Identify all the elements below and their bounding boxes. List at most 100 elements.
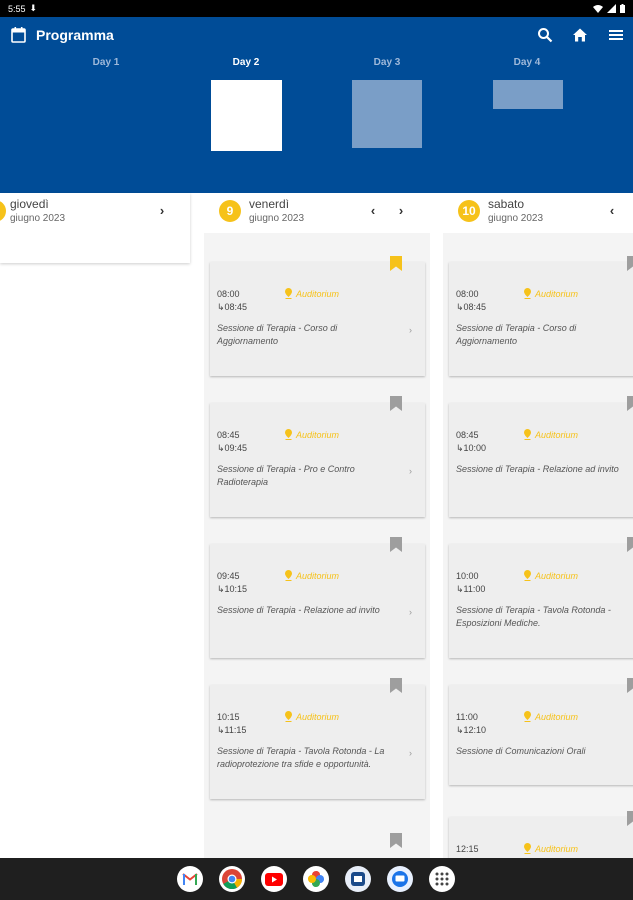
bookmark-icon[interactable] [390, 678, 402, 693]
prev-day-button[interactable]: ‹ [605, 203, 619, 218]
next-day-button[interactable]: › [155, 203, 169, 218]
session-card[interactable]: 10:15 ↳11:15 Auditorium Sessione di Tera… [210, 685, 425, 799]
session-title: Sessione di Terapia - Corso di Aggiornam… [456, 323, 577, 346]
session-end-time: ↳11:00 [456, 584, 486, 594]
session-title: Sessione di Terapia - Pro e Contro Radio… [217, 464, 355, 487]
app-drawer-icon[interactable] [429, 866, 455, 892]
tab-day-2[interactable]: Day 2 [201, 57, 291, 68]
session-start-time: 10:00 [456, 571, 479, 581]
session-end-time: ↳08:45 [217, 302, 248, 312]
chevron-right-icon: › [409, 607, 412, 617]
session-end-time: ↳08:45 [456, 302, 487, 312]
gmail-icon[interactable] [177, 866, 203, 892]
day-column-panel: 9 venerdì giugno 2023 ‹ › 08:00 ↳08:45 A… [204, 193, 430, 858]
session-end-time: ↳10:15 [217, 584, 248, 594]
session-end-time: ↳10:00 [456, 443, 487, 453]
messages-icon[interactable] [387, 866, 413, 892]
day-3-indicator[interactable] [352, 80, 422, 148]
day-column-header: 9 venerdì giugno 2023 ‹ › [204, 193, 430, 233]
session-card[interactable]: 12:15 Auditorium [449, 817, 633, 858]
session-location: Auditorium [296, 289, 340, 299]
session-title: Sessione di Terapia - Tavola Rotonda - E… [456, 605, 611, 628]
wifi-icon [593, 4, 603, 13]
session-location: Auditorium [296, 571, 340, 581]
location-pin-icon [524, 711, 531, 722]
signal-icon [607, 4, 616, 13]
session-location: Auditorium [296, 430, 340, 440]
bookmark-icon[interactable] [627, 811, 633, 826]
location-pin-icon [285, 288, 292, 299]
chevron-right-icon: › [409, 748, 412, 758]
home-icon[interactable] [572, 27, 588, 43]
page-title: Programma [36, 27, 114, 43]
session-title: Sessione di Terapia - Relazione ad invit… [217, 605, 380, 615]
session-title: Sessione di Comunicazioni Orali [456, 746, 586, 756]
bookmark-icon[interactable] [627, 256, 633, 271]
weekday-label: venerdì [249, 197, 290, 211]
month-year-label: giugno 2023 [10, 213, 66, 224]
next-day-button[interactable]: › [394, 203, 408, 218]
session-card[interactable]: 10:00 ↳11:00 Auditorium Sessione di Tera… [449, 544, 633, 658]
session-card[interactable]: 11:00 ↳12:10 Auditorium Sessione di Comu… [449, 685, 633, 785]
session-location: Auditorium [535, 571, 579, 581]
day-4-indicator[interactable] [493, 80, 563, 109]
chevron-right-icon: › [409, 466, 412, 476]
day-2-indicator[interactable] [211, 80, 282, 151]
bookmark-icon[interactable] [627, 678, 633, 693]
session-card[interactable]: 08:00 ↳08:45 Auditorium Sessione di Tera… [449, 262, 633, 376]
day-column-header: giovedì giugno 2023 › [0, 193, 190, 263]
battery-icon [620, 4, 625, 13]
location-pin-icon [285, 711, 292, 722]
session-start-time: 08:00 [217, 289, 240, 299]
day-number-badge [0, 200, 6, 222]
bookmark-icon[interactable] [390, 396, 402, 411]
bookmark-icon[interactable] [390, 537, 402, 552]
app-icon[interactable] [345, 866, 371, 892]
day-column-panel: 10 sabato giugno 2023 ‹ 08:00 ↳08:45 Aud… [443, 193, 633, 858]
chrome-icon[interactable] [219, 866, 245, 892]
session-card[interactable]: 08:00 ↳08:45 Auditorium Sessione di Tera… [210, 262, 425, 376]
calendar-icon[interactable] [11, 27, 26, 43]
app-dock [0, 858, 633, 900]
month-year-label: giugno 2023 [249, 213, 305, 224]
bookmark-icon[interactable] [627, 537, 633, 552]
session-end-time: ↳09:45 [217, 443, 248, 453]
location-pin-icon [524, 843, 531, 854]
session-location: Auditorium [535, 844, 579, 854]
session-location: Auditorium [535, 289, 579, 299]
youtube-icon[interactable] [261, 866, 287, 892]
tab-day-1[interactable]: Day 1 [61, 57, 151, 68]
session-location: Auditorium [535, 430, 579, 440]
session-card[interactable]: 08:45 ↳10:00 Auditorium Sessione di Tera… [449, 403, 633, 517]
session-title: Sessione di Terapia - Relazione ad invit… [456, 464, 619, 474]
download-icon: ⬇ [29, 3, 38, 13]
session-title: Sessione di Terapia - Tavola Rotonda - L… [217, 746, 385, 769]
chevron-right-icon: › [409, 325, 412, 335]
bookmark-icon[interactable] [390, 833, 402, 848]
bookmark-icon[interactable] [627, 396, 633, 411]
location-pin-icon [524, 570, 531, 581]
weekday-label: giovedì [10, 197, 49, 211]
location-pin-icon [524, 288, 531, 299]
location-pin-icon [524, 429, 531, 440]
menu-icon[interactable] [608, 27, 624, 43]
location-pin-icon [285, 429, 292, 440]
session-start-time: 12:15 [456, 844, 479, 854]
month-year-label: giugno 2023 [488, 213, 544, 224]
location-pin-icon [285, 570, 292, 581]
search-icon[interactable] [537, 27, 553, 43]
session-start-time: 08:00 [456, 289, 479, 299]
day-column-header: 10 sabato giugno 2023 ‹ [443, 193, 633, 233]
session-card[interactable]: 09:45 ↳10:15 Auditorium Sessione di Tera… [210, 544, 425, 658]
session-start-time: 11:00 [456, 712, 478, 722]
session-location: Auditorium [535, 712, 579, 722]
photos-icon[interactable] [303, 866, 329, 892]
app-bar: Programma Day 1 Day 2 Day 3 Day 4 [0, 17, 633, 193]
bookmark-icon[interactable] [390, 256, 402, 271]
tab-day-4[interactable]: Day 4 [482, 57, 572, 68]
session-card[interactable]: 08:45 ↳09:45 Auditorium Sessione di Tera… [210, 403, 425, 517]
tab-day-3[interactable]: Day 3 [342, 57, 432, 68]
prev-day-button[interactable]: ‹ [366, 203, 380, 218]
session-end-time: ↳11:15 [217, 725, 247, 735]
status-time: 5:55 [8, 3, 26, 14]
